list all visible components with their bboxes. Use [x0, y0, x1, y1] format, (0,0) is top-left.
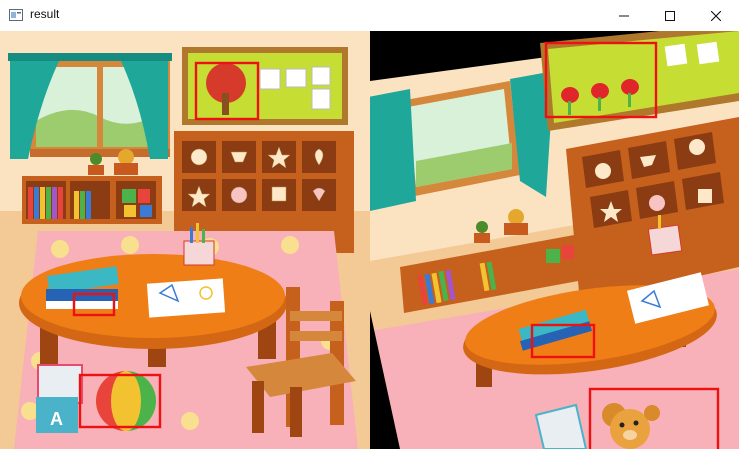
warped-image-panel [370, 31, 739, 449]
app-window: result A [0, 0, 739, 449]
close-button[interactable] [693, 0, 739, 31]
source-image-panel: A [0, 31, 370, 449]
minimize-button[interactable] [601, 0, 647, 31]
result-canvas: A [0, 31, 739, 449]
toy-blocks: A [36, 364, 83, 433]
beach-ball [96, 371, 156, 431]
window-illustration [8, 53, 172, 159]
window-title: result [30, 7, 60, 21]
window-app-icon [9, 9, 23, 21]
maximize-button[interactable] [647, 0, 693, 31]
minimize-icon [619, 15, 629, 16]
svg-text:A: A [50, 409, 63, 429]
maximize-icon [665, 10, 675, 21]
title-bar[interactable]: result [0, 0, 739, 32]
close-icon [711, 10, 721, 21]
drawing-paper [146, 278, 226, 318]
bulletin-board [182, 47, 348, 125]
